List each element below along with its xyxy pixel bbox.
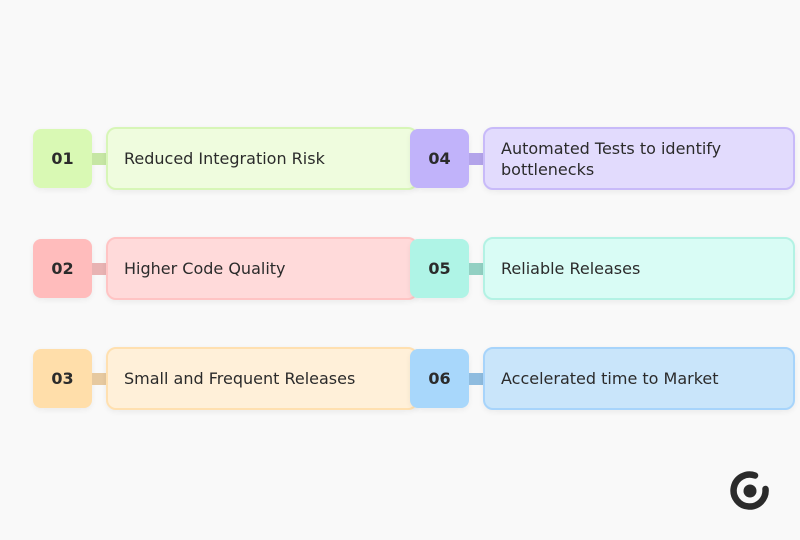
connector: [469, 263, 483, 275]
benefit-label: Accelerated time to Market: [501, 369, 719, 388]
brand-logo-icon: [730, 471, 769, 510]
item-4: 04 Automated Tests to identify bottlenec…: [410, 127, 795, 191]
number-badge: 05: [410, 239, 469, 298]
benefit-card: Automated Tests to identify bottlenecks: [483, 127, 795, 190]
connector: [469, 153, 483, 165]
number-badge: 02: [33, 239, 92, 298]
connector: [92, 263, 106, 275]
connector: [92, 153, 106, 165]
item-1: 01 Reduced Integration Risk: [33, 127, 418, 191]
item-3: 03 Small and Frequent Releases: [33, 347, 418, 411]
item-6: 06 Accelerated time to Market: [410, 347, 795, 411]
number-badge: 04: [410, 129, 469, 188]
benefit-label: Small and Frequent Releases: [124, 369, 356, 388]
benefit-label: Higher Code Quality: [124, 259, 286, 278]
benefit-label: Reliable Releases: [501, 259, 641, 278]
number-badge: 01: [33, 129, 92, 188]
number-badge: 03: [33, 349, 92, 408]
benefit-card: Accelerated time to Market: [483, 347, 795, 410]
benefit-label: Automated Tests to identify bottlenecks: [501, 138, 722, 179]
connector: [469, 373, 483, 385]
benefit-card: Reliable Releases: [483, 237, 795, 300]
connector: [92, 373, 106, 385]
benefit-label: Reduced Integration Risk: [124, 149, 325, 168]
item-2: 02 Higher Code Quality: [33, 237, 418, 301]
item-5: 05 Reliable Releases: [410, 237, 795, 301]
benefit-card: Reduced Integration Risk: [106, 127, 418, 190]
benefit-card: Higher Code Quality: [106, 237, 418, 300]
number-badge: 06: [410, 349, 469, 408]
benefit-card: Small and Frequent Releases: [106, 347, 418, 410]
